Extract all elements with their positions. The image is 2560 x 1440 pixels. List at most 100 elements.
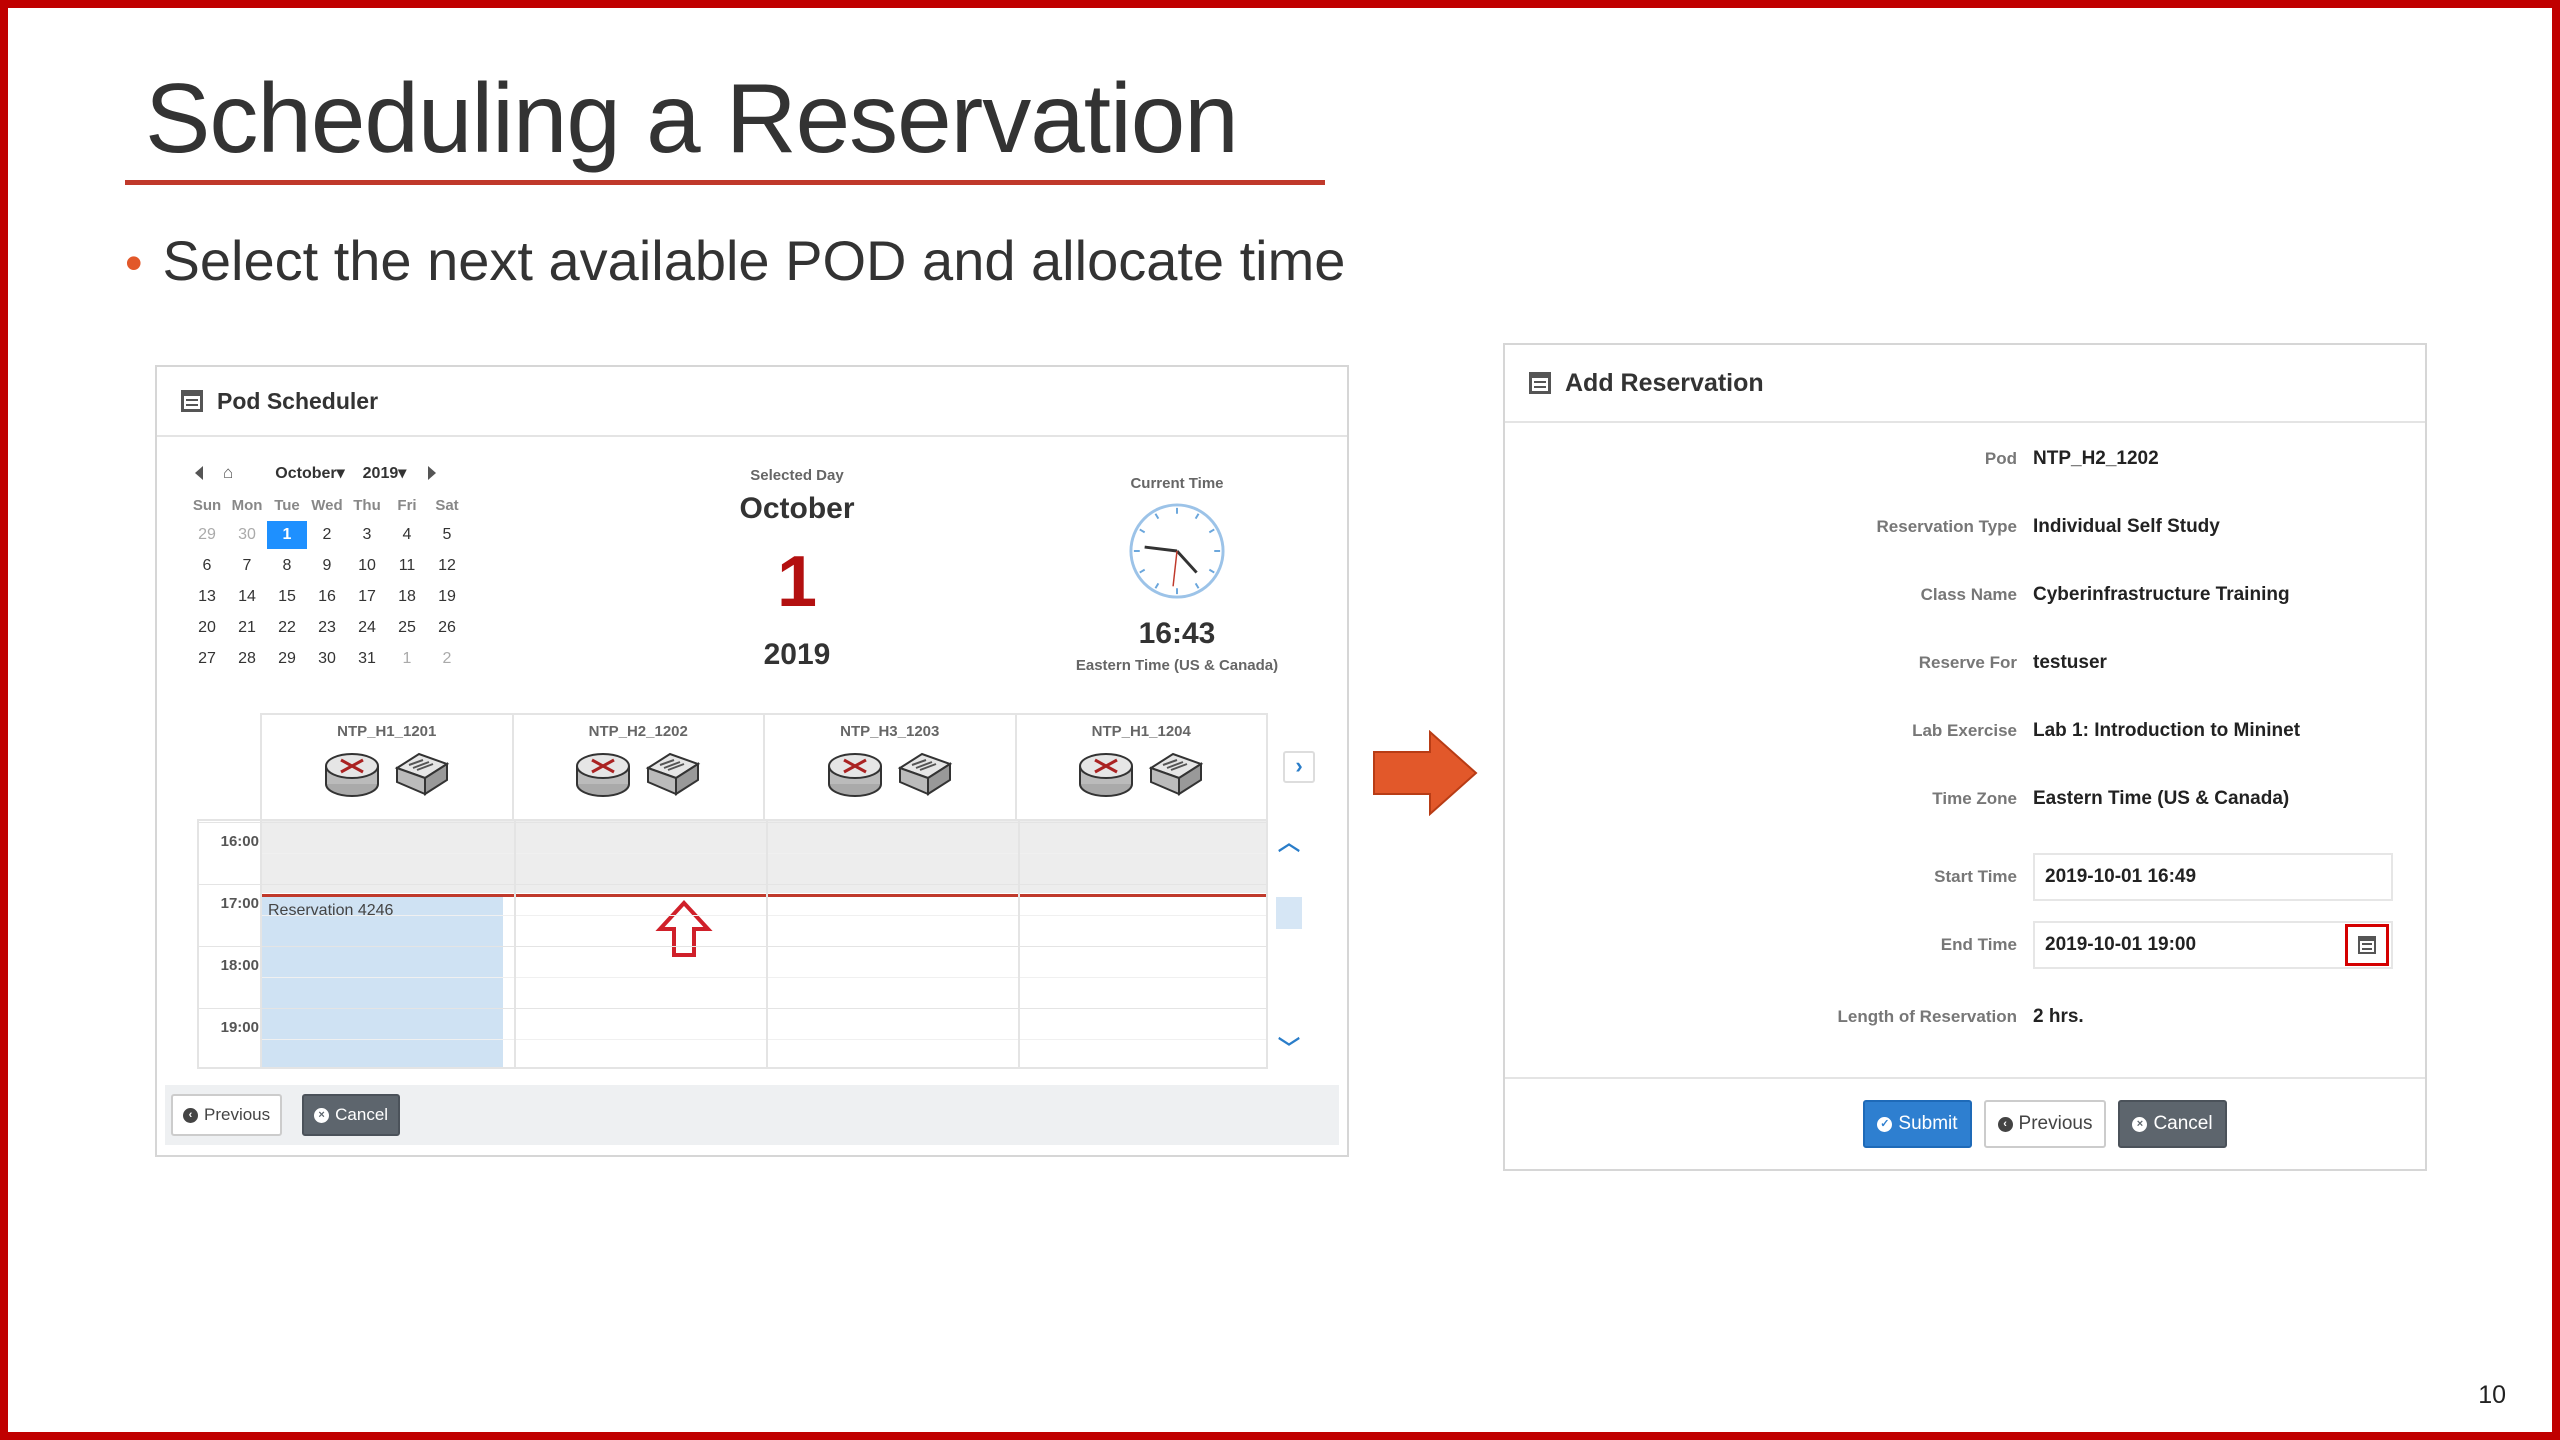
calendar-day[interactable]: 19 [427,588,467,606]
calendar-day[interactable]: 24 [347,619,387,637]
add-reservation-title: Add Reservation [1565,368,1764,397]
next-month-icon[interactable] [428,466,437,480]
next-pods-button[interactable]: › [1283,751,1315,783]
pod-scheduler-header: Pod Scheduler [157,367,1347,437]
selected-day-number: 1 [776,542,818,622]
mini-calendar-nav: ⌂ October▾ 2019▾ [187,459,477,487]
start-time-input[interactable]: 2019-10-01 16:49 [2033,853,2393,901]
time-label: 17:00 [220,895,259,912]
selected-day: Selected Day October 1 2019 [677,467,917,672]
slide-title: Scheduling a Reservation [145,63,1239,173]
date-picker-button[interactable] [2345,924,2389,966]
pod-column[interactable]: NTP_H1_1204 [1017,715,1267,819]
calendar-day[interactable]: 4 [387,526,427,544]
field-label: Lab Exercise [1912,721,2017,740]
calendar-day[interactable]: 14 [227,588,267,606]
field-label: Class Name [1920,585,2017,604]
length-row: Length of Reservation 2 hrs. [1505,995,2425,1039]
cancel-icon: × [2132,1116,2148,1132]
end-time-value: 2019-10-01 19:00 [2045,934,2197,955]
router-icon [827,753,882,797]
end-time-input[interactable]: 2019-10-01 19:00 [2033,921,2393,969]
calendar-day[interactable]: 23 [307,619,347,637]
hour-line [199,1008,1266,1009]
weekday-label: Sun [192,496,222,514]
pod-column-divider [514,821,516,1067]
current-timezone: Eastern Time (US & Canada) [1075,657,1279,674]
pod-devices [1017,746,1267,800]
previous-button[interactable]: ‹ Previous [1983,1100,2107,1148]
calendar-day[interactable]: 31 [347,650,387,668]
calendar-day[interactable]: 30 [227,526,267,544]
calendar-day[interactable]: 18 [387,588,427,606]
calendar-day[interactable]: 28 [227,650,267,668]
switch-icon [394,752,450,796]
past-time-shade [262,821,1266,893]
field-label: Reserve For [1918,653,2017,672]
calendar-day[interactable]: 15 [267,588,307,606]
year-select[interactable]: 2019▾ [363,463,407,483]
field-row: Pod NTP_H2_1202 [1505,437,2425,481]
calendar-day[interactable]: 22 [267,619,307,637]
calendar-day[interactable]: 8 [267,557,307,575]
calendar-day[interactable]: 13 [187,588,227,606]
calendar-day[interactable]: 7 [227,557,267,575]
cancel-button[interactable]: × Cancel [302,1094,401,1136]
field-value: Cyberinfrastructure Training [2033,584,2290,605]
calendar-day[interactable]: 5 [427,526,467,544]
calendar-day[interactable]: 3 [347,526,387,544]
calendar-day[interactable]: 21 [227,619,267,637]
calendar-day[interactable]: 1 [387,650,427,668]
day-grid: 29 30 1 2 3 4 5 6 7 8 9 10 11 12 13 14 15 16 17 18 19 20 21 22 2… [187,519,477,674]
reservation-block[interactable]: Reservation 4246 [262,896,503,1067]
scroll-down-icon[interactable]: ﹀ [1278,1031,1300,1063]
half-hour-line [262,853,1266,854]
calendar-icon [1529,372,1551,394]
calendar-day[interactable]: 6 [187,557,227,575]
home-icon[interactable]: ⌂ [223,463,233,483]
pod-column-divider [766,821,768,1067]
calendar-day[interactable]: 25 [387,619,427,637]
calendar-day[interactable]: 27 [187,650,227,668]
calendar-day[interactable]: 2 [427,650,467,668]
calendar-day[interactable]: 2 [307,526,347,544]
calendar-day[interactable]: 16 [307,588,347,606]
calendar-day[interactable]: 26 [427,619,467,637]
calendar-day[interactable]: 20 [187,619,227,637]
pod-column[interactable]: NTP_H2_1202 [514,715,765,819]
field-label: Reservation Type [1876,517,2017,536]
pod-column[interactable]: NTP_H3_1203 [765,715,1017,819]
pod-columns: NTP_H1_1201 NTP_H2_1202 NTP_H3_1203 NTP_… [260,713,1268,819]
calendar-day[interactable]: 12 [427,557,467,575]
scroll-up-icon[interactable]: ︿ [1278,825,1300,857]
calendar-day[interactable]: 29 [267,650,307,668]
calendar-day[interactable]: 1 [267,520,307,549]
vertical-scrollbar[interactable]: ︿ ﹀ [1270,819,1310,1069]
field-value: Individual Self Study [2033,516,2220,537]
field-value: Eastern Time (US & Canada) [2033,788,2290,809]
month-select[interactable]: October▾ [275,463,344,483]
cancel-button[interactable]: × Cancel [2118,1100,2227,1148]
calendar-day[interactable]: 10 [347,557,387,575]
pod-name: NTP_H1_1204 [1091,723,1191,740]
calendar-day[interactable]: 29 [187,526,227,544]
calendar-day[interactable]: 30 [307,650,347,668]
field-label: Time Zone [1932,789,2017,808]
router-icon [1079,753,1134,797]
submit-button[interactable]: ✓ Submit [1863,1100,1972,1148]
time-grid[interactable]: Reservation 4246 16:00 17:00 18:00 19:00 [197,819,1268,1069]
previous-button[interactable]: ‹ Previous [171,1094,283,1136]
weekday-label: Thu [353,496,381,514]
prev-month-icon[interactable] [195,466,203,480]
calendar-day[interactable]: 9 [307,557,347,575]
pod-column[interactable]: NTP_H1_1201 [262,715,514,819]
field-row: Lab Exercise Lab 1: Introduction to Mini… [1505,709,2425,753]
field-value: testuser [2033,652,2107,673]
scroll-thumb[interactable] [1276,897,1302,929]
field-label: End Time [1940,935,2017,954]
add-reservation-panel: Add Reservation Pod NTP_H2_1202 Reservati… [1503,343,2427,1171]
calendar-day[interactable]: 11 [387,557,427,575]
length-value: 2 hrs. [2033,1006,2084,1027]
calendar-day[interactable]: 17 [347,588,387,606]
current-time-line [262,894,1266,897]
